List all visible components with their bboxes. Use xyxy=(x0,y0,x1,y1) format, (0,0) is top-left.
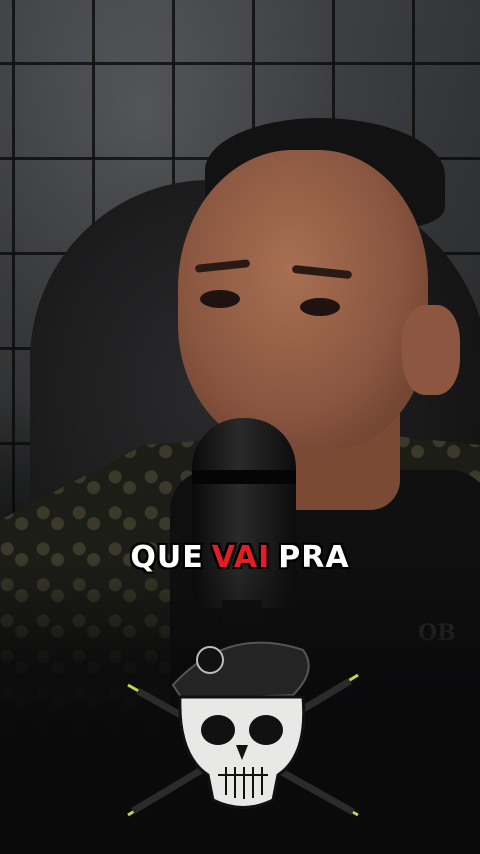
caption-word-2: VAI xyxy=(211,540,271,575)
caption-word-3: PRA xyxy=(278,540,350,575)
right-eye xyxy=(300,298,340,316)
ear xyxy=(402,305,460,395)
subtitle-caption: QUE VAI PRA xyxy=(0,540,480,575)
caption-word-1: QUE xyxy=(130,540,204,575)
microphone-band xyxy=(192,470,296,484)
left-eye xyxy=(200,290,240,308)
video-frame[interactable]: OB QUEVAIPRA xyxy=(0,0,480,854)
skull-beret-crossed-rifles-icon xyxy=(127,641,359,817)
